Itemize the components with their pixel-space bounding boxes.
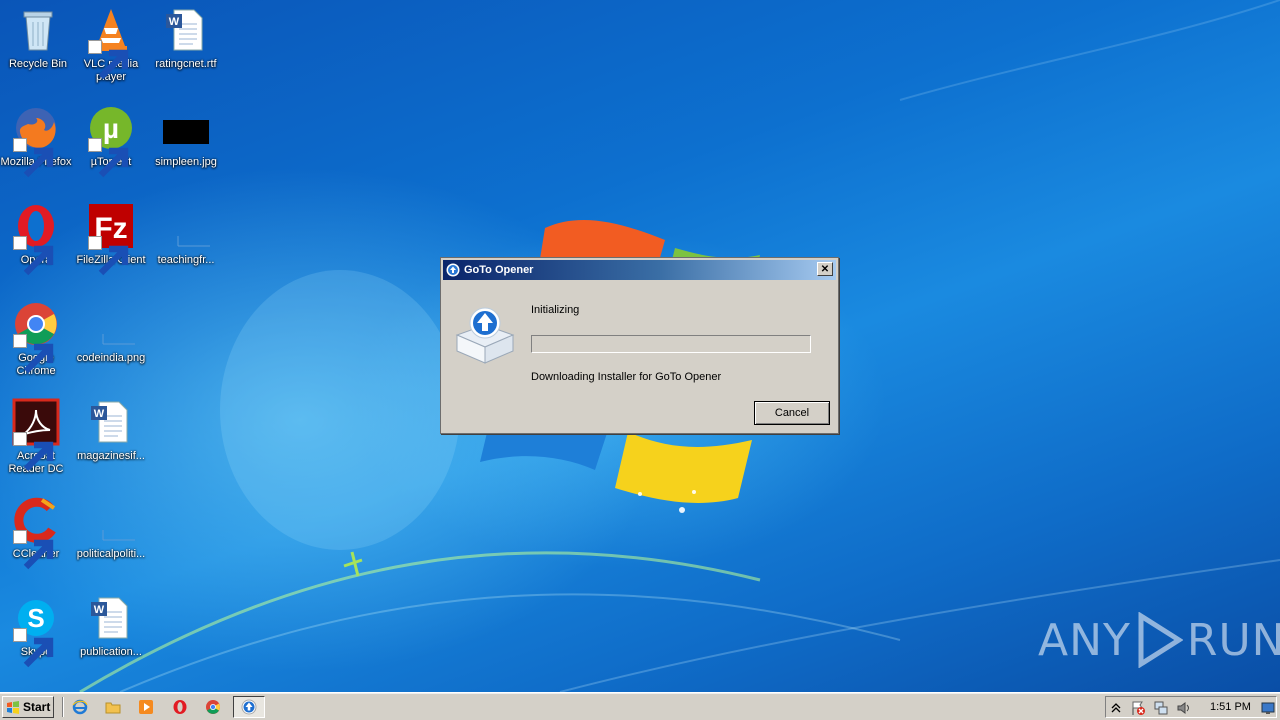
play-logo-icon — [1138, 612, 1183, 668]
windows-logo-icon — [7, 701, 19, 714]
utorrent-icon: µ — [87, 104, 135, 178]
watermark-left-text: ANY — [1038, 614, 1131, 666]
shortcut-arrow-icon — [13, 628, 54, 668]
skype-icon: S — [12, 594, 60, 668]
ie-icon — [72, 699, 88, 715]
svg-text:W: W — [94, 604, 105, 616]
ccleaner-icon — [12, 496, 60, 570]
desktop-icon-codeindia[interactable]: codeindia.png — [73, 300, 149, 365]
desktop-icon-vlc[interactable]: VLC media player — [73, 6, 149, 84]
desktop-icon-simpleen[interactable]: simpleen.jpg — [148, 104, 224, 169]
tray-network[interactable] — [1153, 700, 1169, 716]
monitor-icon — [1261, 702, 1275, 714]
desktop-icon-skype[interactable]: S Skype — [0, 594, 74, 668]
shortcut-arrow-icon — [13, 334, 54, 374]
dialog-titlebar[interactable]: GoTo Opener ✕ — [443, 260, 836, 280]
desktop-icon-label: Recycle Bin — [8, 58, 68, 70]
shortcut-arrow-icon — [13, 432, 54, 472]
tray-action-center[interactable] — [1130, 700, 1146, 716]
goto-opener-icon — [241, 699, 257, 715]
system-tray: 1:51 PM — [1105, 696, 1277, 718]
taskbar-goto-opener[interactable] — [233, 696, 265, 718]
download-progress-bar — [531, 335, 811, 353]
quicklaunch-chrome[interactable] — [203, 698, 223, 716]
shortcut-arrow-icon — [13, 138, 54, 178]
svg-text:W: W — [94, 408, 105, 420]
quicklaunch-ie[interactable] — [70, 698, 90, 716]
desktop-icon-chrome[interactable]: Google Chrome — [0, 300, 74, 378]
svg-text:W: W — [169, 16, 180, 28]
quicklaunch-opera[interactable] — [170, 698, 190, 716]
image-file-icon — [87, 496, 135, 544]
flag-warning-icon — [1132, 701, 1145, 715]
clock[interactable]: 1:51 PM — [1210, 701, 1251, 713]
desktop-icon-publication[interactable]: W publication... — [73, 594, 149, 659]
desktop-icon-acrobat[interactable]: Acrobat Reader DC — [0, 398, 74, 476]
image-file-icon — [162, 202, 210, 250]
quicklaunch-media-player[interactable] — [136, 698, 156, 716]
desktop-icon-label: ratingcnet.rtf — [155, 58, 217, 70]
shortcut-arrow-icon — [13, 236, 54, 276]
opera-icon — [12, 202, 60, 276]
show-desktop-button[interactable] — [1260, 700, 1276, 716]
desktop-icon-firefox[interactable]: Mozilla Firefox — [0, 104, 74, 178]
recycle-bin-icon — [14, 6, 62, 54]
quicklaunch-explorer[interactable] — [103, 698, 123, 716]
desktop-icon-label: simpleen.jpg — [155, 156, 217, 168]
chrome-icon — [206, 700, 220, 714]
desktop-icon-recycle-bin[interactable]: Recycle Bin — [0, 6, 76, 71]
dialog-title: GoTo Opener — [464, 264, 534, 276]
desktop-icon-teachingfr[interactable]: teachingfr... — [148, 202, 224, 267]
tray-volume[interactable] — [1176, 700, 1192, 716]
shortcut-arrow-icon — [13, 530, 54, 570]
word-document-icon: W — [162, 6, 210, 54]
detail-label: Downloading Installer for GoTo Opener — [531, 371, 722, 383]
opera-icon — [173, 700, 187, 714]
desktop-icon-utorrent[interactable]: µ µTorrent — [73, 104, 149, 178]
start-button[interactable]: Start — [2, 696, 54, 718]
vlc-icon — [87, 6, 135, 80]
anyrun-watermark: ANY RUN — [1038, 612, 1280, 668]
image-thumbnail-icon — [162, 104, 210, 152]
taskbar: Start 1:51 PM — [0, 692, 1280, 720]
firefox-icon — [12, 104, 60, 178]
shortcut-arrow-icon — [88, 138, 129, 178]
status-label: Initializing — [531, 304, 580, 316]
image-file-icon — [87, 300, 135, 348]
network-icon — [1154, 701, 1168, 715]
desktop-icon-label: magazinesif... — [77, 450, 145, 462]
explorer-icon — [105, 702, 121, 714]
filezilla-icon: Fz — [87, 202, 135, 276]
desktop-icon-label: codeindia.png — [76, 352, 146, 364]
desktop-icon-label: publication... — [80, 646, 142, 658]
desktop-icon-label: politicalpoliti... — [76, 548, 146, 560]
desktop-icon-ratingcnet[interactable]: W ratingcnet.rtf — [148, 6, 224, 71]
word-document-icon: W — [87, 594, 135, 642]
start-label: Start — [23, 700, 51, 714]
desktop-icon-political[interactable]: politicalpoliti... — [73, 496, 149, 561]
taskbar-separator — [62, 697, 64, 717]
word-document-icon: W — [87, 398, 135, 446]
close-icon: ✕ — [820, 263, 830, 275]
desktop-icon-filezilla[interactable]: Fz FileZilla Client — [73, 202, 149, 276]
goto-opener-dialog: GoTo Opener ✕ Initializing Downloading I… — [440, 257, 839, 434]
acrobat-reader-icon — [12, 398, 60, 472]
speaker-icon — [1177, 702, 1189, 714]
shortcut-arrow-icon — [88, 236, 129, 276]
desktop-icon-label: teachingfr... — [157, 254, 215, 266]
chevron-up-icon — [1111, 703, 1121, 713]
show-hidden-icons-button[interactable] — [1108, 700, 1124, 716]
desktop-icon-magazines[interactable]: W magazinesif... — [73, 398, 149, 463]
goto-opener-title-icon — [446, 263, 460, 277]
chrome-icon — [12, 300, 60, 374]
cancel-button[interactable]: Cancel — [754, 401, 830, 425]
watermark-right-text: RUN — [1186, 614, 1280, 666]
installer-box-icon — [455, 307, 515, 364]
shortcut-arrow-icon — [88, 40, 129, 80]
media-player-icon — [139, 700, 153, 714]
desktop-icon-opera[interactable]: Opera — [0, 202, 74, 276]
close-button[interactable]: ✕ — [817, 262, 833, 276]
desktop-icon-ccleaner[interactable]: CCleaner — [0, 496, 74, 570]
